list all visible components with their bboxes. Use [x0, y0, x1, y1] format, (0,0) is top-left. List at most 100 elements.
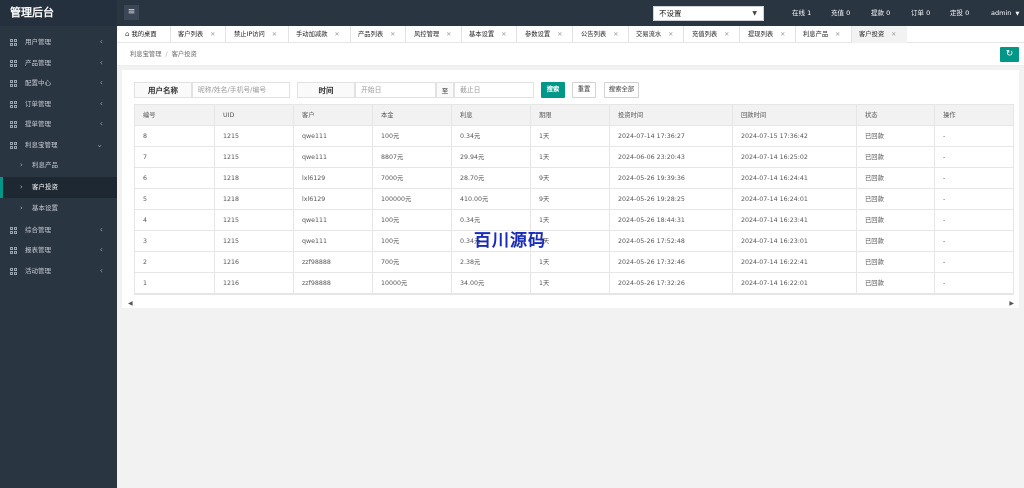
sidebar-item-general-management[interactable]: 综合管理 ‹: [0, 220, 117, 241]
hamburger-icon[interactable]: ≡: [124, 5, 139, 20]
close-icon[interactable]: ✕: [272, 31, 277, 38]
cell-uid: 1215: [214, 210, 293, 231]
close-icon[interactable]: ✕: [891, 31, 896, 38]
breadcrumb-parent[interactable]: 利息宝管理: [130, 51, 161, 58]
sidebar-item-order-management[interactable]: 订单管理 ‹: [0, 94, 117, 115]
cell-uid: 1216: [214, 273, 293, 294]
sidebar-item-product-management[interactable]: 产品管理 ‹: [0, 53, 117, 74]
reset-button[interactable]: 重置: [572, 82, 596, 98]
tab-product-list[interactable]: 产品列表 ✕: [358, 26, 395, 43]
cell-status: 已回款: [856, 252, 934, 273]
sidebar-item-report-management[interactable]: 报表管理 ‹: [0, 240, 117, 261]
refresh-button[interactable]: ↻: [1000, 47, 1019, 62]
start-date-input[interactable]: 开始日: [355, 82, 436, 98]
cell-interest: 34.00元: [451, 273, 530, 294]
cell-uid: 1218: [214, 168, 293, 189]
table-row[interactable]: 7 1215 qwe111 8807元 29.94元 1天 2024-06-06 23:20…: [135, 147, 1013, 168]
caret-down-icon: ▼: [752, 10, 757, 17]
tab-interest-products[interactable]: 利息产品 ✕: [803, 26, 840, 43]
tab-manual-adjust[interactable]: 手动加减款 ✕: [296, 26, 340, 43]
cell-principal: 100元: [372, 126, 451, 147]
close-icon[interactable]: ✕: [557, 31, 562, 38]
tab-ip-ban[interactable]: 禁止IP访问 ✕: [234, 26, 277, 43]
table-row[interactable]: 1 1216 zzf98888 10000元 34.00元 1天 2024-05-26 17…: [135, 273, 1013, 294]
tab-customer-list[interactable]: 客户列表 ✕: [178, 26, 215, 43]
column-header: 操作: [934, 105, 1013, 126]
sidebar-item-activity-management[interactable]: 活动管理 ‹: [0, 261, 117, 282]
sidebar-item-config-center[interactable]: 配置中心 ‹: [0, 73, 117, 94]
chevron-right-icon: ›: [20, 182, 23, 191]
grid-icon: [10, 80, 17, 87]
cell-id: 2: [143, 259, 148, 266]
tab-announcement-list[interactable]: 公告列表 ✕: [581, 26, 618, 43]
breadcrumb-bar: 利息宝管理 / 客户投资 ↻: [117, 43, 1024, 66]
online-count[interactable]: 在线 1: [792, 0, 811, 26]
cell-term: 1天: [530, 273, 609, 294]
close-icon[interactable]: ✕: [780, 31, 785, 38]
tab-label: 基本设置: [469, 31, 495, 38]
tab-label: 客户列表: [178, 31, 204, 38]
table-row[interactable]: 3 1215 qwe111 100元 0.34元 1天 2024-05-26 17:52:4…: [135, 231, 1013, 252]
tab-label: 我的桌面: [131, 31, 157, 38]
column-header: 利息: [451, 105, 530, 126]
user-search-input[interactable]: 昵称/姓名/手机号/编号: [192, 82, 290, 98]
end-date-input[interactable]: 截止日: [454, 82, 534, 98]
close-icon[interactable]: ✕: [446, 31, 451, 38]
tab-label: 产品列表: [358, 31, 384, 38]
tab-param-settings[interactable]: 参数设置 ✕: [525, 26, 562, 43]
close-icon[interactable]: ✕: [334, 31, 339, 38]
cell-invest-time: 2024-06-06 23:20:43: [609, 147, 732, 168]
close-icon[interactable]: ✕: [835, 31, 840, 38]
sidebar-item-withdraw-management[interactable]: 提单管理 ‹: [0, 114, 117, 135]
recharge-count[interactable]: 充值 0: [831, 0, 850, 26]
search-button[interactable]: 搜索: [541, 82, 565, 98]
close-icon[interactable]: ✕: [390, 31, 395, 38]
tab-withdraw-list[interactable]: 提现列表 ✕: [748, 26, 785, 43]
column-header: 本金: [372, 105, 451, 126]
sidebar-item-label: 配置中心: [25, 79, 51, 87]
close-icon[interactable]: ✕: [501, 31, 506, 38]
withdraw-count[interactable]: 提款 0: [871, 0, 890, 26]
table-row[interactable]: 4 1215 qwe111 100元 0.34元 1天 2024-05-26 18:44:3…: [135, 210, 1013, 231]
cell-id: 3: [143, 238, 148, 245]
cell-invest-time: 2024-05-26 19:39:36: [609, 168, 732, 189]
sidebar-subitem-interest-products[interactable]: › 利息产品: [0, 155, 117, 177]
horizontal-scrollbar[interactable]: ◀ ▶: [122, 300, 1019, 308]
investment-table: 编号 UID 客户 本金 利息 期限 投资时间 回款时间 状态 操作 8 1215…: [134, 104, 1014, 295]
scroll-right-icon[interactable]: ▶: [1009, 300, 1014, 308]
order-count[interactable]: 订单 0: [911, 0, 930, 26]
fixed-invest-count[interactable]: 定投 0: [950, 0, 969, 26]
tab-risk-control[interactable]: 风控管理 ✕: [414, 26, 451, 43]
tab-recharge-list[interactable]: 充值列表 ✕: [692, 26, 729, 43]
sidebar-item-label: 提单管理: [25, 120, 51, 128]
sidebar-item-interest-management[interactable]: 利息宝管理 ⌄: [0, 135, 117, 156]
sidebar-subitem-customer-investment[interactable]: › 客户投资: [0, 176, 117, 198]
tab-customer-investment[interactable]: 客户投资 ✕: [852, 26, 907, 43]
table-row[interactable]: 6 1218 lxl6129 7000元 28.70元 9天 2024-05-26 19:3…: [135, 168, 1013, 189]
scroll-left-icon[interactable]: ◀: [128, 300, 133, 308]
chevron-left-icon: ‹: [99, 265, 103, 275]
table-row[interactable]: 5 1218 lxl6129 100000元 410.00元 9天 2024-05-26 1…: [135, 189, 1013, 210]
search-all-button[interactable]: 搜索全部: [604, 82, 639, 98]
sidebar-item-user-management[interactable]: 用户管理 ‹: [0, 32, 117, 53]
cell-return-time: 2024-07-14 16:22:01: [732, 273, 856, 294]
tab-my-desktop[interactable]: ⌂ 我的桌面: [125, 26, 157, 43]
cell-invest-time: 2024-05-26 17:32:26: [609, 273, 732, 294]
close-icon[interactable]: ✕: [613, 31, 618, 38]
close-icon[interactable]: ✕: [724, 31, 729, 38]
sidebar-subitem-basic-settings[interactable]: › 基本设置: [0, 198, 117, 220]
close-icon[interactable]: ✕: [668, 31, 673, 38]
setting-select[interactable]: 不设置 ▼: [653, 6, 764, 21]
table-row[interactable]: 2 1216 zzf98888 700元 2.38元 1天 2024-05-26 17:32…: [135, 252, 1013, 273]
sidebar-menu: 用户管理 ‹ 产品管理 ‹ 配置中心 ‹ 订单管理 ‹ 提单管理 ‹ 利息宝管理…: [0, 32, 117, 281]
cell-return-time: 2024-07-14 16:25:02: [732, 147, 856, 168]
table-row[interactable]: 8 1215 qwe111 100元 0.34元 1天 2024-07-14 17:36:2…: [135, 126, 1013, 147]
tab-transaction-flow[interactable]: 交易流水 ✕: [636, 26, 673, 43]
cell-actions: -: [934, 273, 1013, 294]
close-icon[interactable]: ✕: [210, 31, 215, 38]
user-menu[interactable]: admin ▼: [991, 0, 1019, 26]
cell-term: 9天: [530, 189, 609, 210]
tab-label: 充值列表: [692, 31, 718, 38]
tab-basic-settings[interactable]: 基本设置 ✕: [469, 26, 506, 43]
cell-interest: 29.94元: [451, 147, 530, 168]
